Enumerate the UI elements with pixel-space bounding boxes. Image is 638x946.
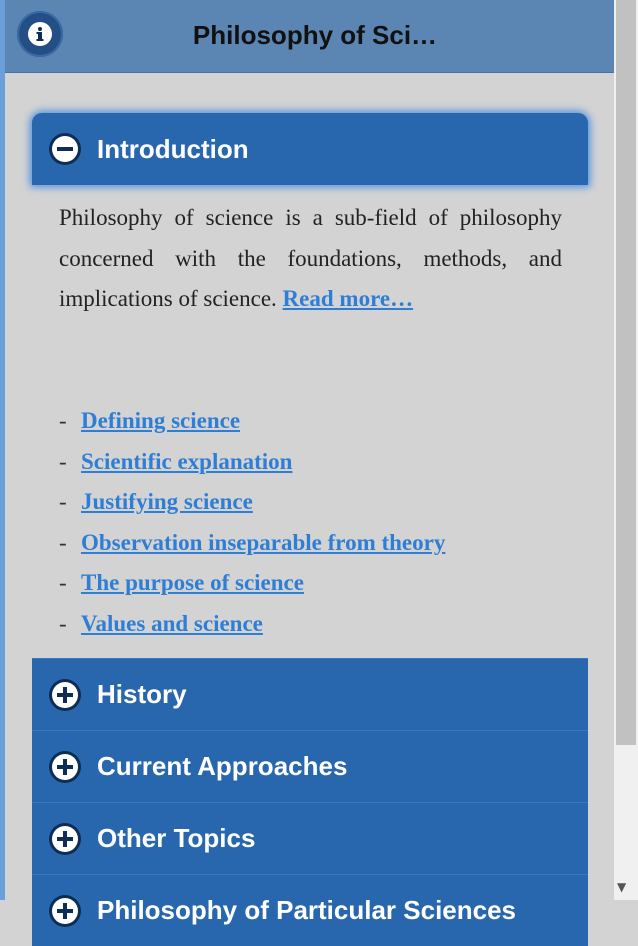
topic-link-scientific-explanation[interactable]: Scientific explanation bbox=[81, 449, 292, 474]
section-label: Other Topics bbox=[97, 823, 256, 853]
scroll-down-arrow-icon[interactable]: ▼ bbox=[617, 880, 626, 894]
info-button[interactable] bbox=[17, 11, 63, 57]
topic-link-purpose[interactable]: The purpose of science bbox=[81, 570, 304, 595]
app-header: Philosophy of Sci… bbox=[5, 0, 614, 73]
topic-link-defining-science[interactable]: Defining science bbox=[81, 408, 240, 433]
section-other-topics[interactable]: Other Topics bbox=[32, 802, 588, 874]
topic-link-values[interactable]: Values and science bbox=[81, 611, 263, 636]
plus-icon bbox=[49, 678, 81, 711]
topic-item: - Observation inseparable from theory bbox=[59, 529, 446, 555]
topic-item: - Justifying science bbox=[59, 489, 253, 514]
plus-icon bbox=[49, 822, 81, 855]
topic-link-observation[interactable]: Observation inseparable from theory bbox=[81, 530, 445, 555]
topic-item: - Values and science bbox=[59, 610, 263, 636]
section-label: History bbox=[97, 679, 187, 709]
section-label: Current Approaches bbox=[97, 751, 348, 781]
minus-icon bbox=[49, 133, 81, 165]
section-introduction[interactable]: Introduction bbox=[32, 113, 588, 185]
section-history[interactable]: History bbox=[32, 658, 588, 730]
section-label: Introduction bbox=[97, 133, 249, 164]
plus-icon bbox=[49, 894, 81, 927]
section-particular-sciences[interactable]: Philosophy of Particular Sciences bbox=[32, 874, 588, 946]
intro-content: Philosophy of science is a sub-field of … bbox=[59, 198, 562, 320]
section-current-approaches[interactable]: Current Approaches bbox=[32, 730, 588, 802]
topic-item: - The purpose of science bbox=[59, 570, 304, 595]
topic-item: - Defining science bbox=[59, 408, 241, 433]
info-icon bbox=[28, 22, 52, 46]
plus-icon bbox=[49, 750, 81, 783]
read-more-link[interactable]: Read more… bbox=[283, 286, 414, 311]
topic-link-justifying-science[interactable]: Justifying science bbox=[81, 489, 253, 514]
topic-list: - Defining science - Scientific explanatio… bbox=[59, 401, 445, 644]
left-edge-bar bbox=[0, 0, 5, 900]
topic-item: - Scientific explanation bbox=[59, 448, 293, 474]
intro-paragraph: Philosophy of science is a sub-field of … bbox=[59, 198, 562, 320]
page-title: Philosophy of Sci… bbox=[192, 20, 438, 50]
scrollbar-thumb[interactable] bbox=[616, 0, 636, 745]
